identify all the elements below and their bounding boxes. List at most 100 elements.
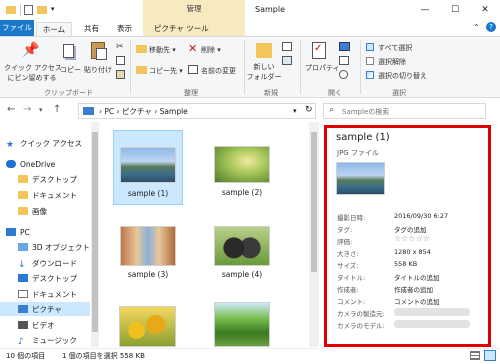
nav-item-music[interactable]: ♪ ミュージック [18,334,77,347]
nav-item-onedrive-pictures[interactable]: 画像 [18,205,47,218]
tab-file[interactable]: ファイル [0,20,34,36]
delete-button[interactable]: 削除 ▾ [201,45,221,55]
nav-item-downloads[interactable]: ↓ ダウンロード [18,257,77,270]
status-selection: 1 個の項目を選択 558 KB [62,352,145,360]
organize-group-label: 整理 [184,89,198,97]
file-thumbnail [214,226,270,266]
properties-icon[interactable] [24,5,33,15]
properties-button[interactable]: プロパティ [305,63,340,73]
tab-home[interactable]: ホーム [36,22,72,36]
nav-item-pictures[interactable]: ピクチャ [18,303,62,316]
new-item-icon[interactable] [282,42,292,51]
pin-label-line1: クイック アクセス [4,64,62,72]
copy-path-icon[interactable] [116,56,125,65]
file-tile-selected[interactable]: sample (1) [113,130,183,205]
details-file-type: JPG ファイル [337,149,379,157]
folder-icon [18,175,28,183]
help-icon[interactable]: ? [486,22,496,32]
chevron-down-icon[interactable]: ▾ [51,5,55,13]
breadcrumb-pictures[interactable]: ピクチャ [122,107,152,116]
search-input[interactable]: ⌕ Sampleの検索 [323,103,486,119]
breadcrumb-sample[interactable]: Sample [160,107,188,116]
details-preview-image [336,162,385,195]
pin-to-quick-access-button[interactable]: クイック アクセス にピン留めする [4,63,62,83]
folder-icon[interactable] [6,6,16,14]
rename-icon [188,65,198,74]
move-to-button[interactable]: 移動先 ▾ [149,45,176,55]
new-folder-icon[interactable] [37,6,47,14]
cut-icon[interactable]: ✂ [116,42,124,52]
nav-scrollbar-thumb[interactable] [92,132,98,332]
window-title: Sample [255,5,285,14]
file-list-scrollbar-thumb[interactable] [311,132,317,272]
breadcrumb-pc[interactable]: PC [104,107,114,116]
nav-item-videos[interactable]: ビデオ [18,319,55,332]
separator-line [360,40,361,94]
details-title: sample (1) [336,132,390,143]
paste-button[interactable]: 貼り付け [84,65,112,75]
file-name: sample (2) [221,188,263,197]
select-all-button[interactable]: すべて選択 [378,43,412,53]
invert-selection-button[interactable]: 選択の切り替え [378,71,427,81]
nav-item-onedrive-documents[interactable]: ドキュメント [18,189,77,202]
details-view-icon[interactable] [470,351,480,360]
rename-button[interactable]: 名前の変更 [201,66,236,76]
select-group-label: 選択 [392,89,406,97]
new-folder-button[interactable]: 新しい フォルダー [246,62,282,82]
nav-item-onedrive-desktop[interactable]: デスクトップ [18,173,77,186]
tab-view[interactable]: 表示 [113,22,136,36]
file-tile[interactable]: sample (3) [113,212,183,287]
nav-item-pc[interactable]: PC [6,226,30,239]
pin-icon[interactable]: 📌 [22,42,39,58]
history-icon[interactable] [339,70,348,79]
file-tile[interactable] [207,294,277,347]
maximize-button[interactable]: ☐ [440,0,470,20]
copy-to-button[interactable]: コピー先 ▾ [149,66,183,76]
file-tile[interactable] [113,294,183,347]
edit-icon[interactable] [339,56,349,65]
nav-item-quick-access[interactable]: ★ クイック アクセス [6,137,82,150]
checkmark-icon: ✓ [314,43,323,54]
desktop-icon [18,274,28,282]
chevron-down-icon[interactable]: ▾ [39,106,43,114]
file-tile[interactable]: sample (2) [207,130,277,205]
quick-access-toolbar: ▾ [4,4,64,16]
nav-item-onedrive[interactable]: OneDrive [6,158,55,171]
property-label: 作成者: [337,286,359,294]
paste-shortcut-icon[interactable] [116,70,125,79]
back-arrow-icon[interactable]: ← [7,104,15,115]
separator-line [130,40,131,94]
separator-line [244,40,245,94]
property-label: カメラのモデル: [337,322,385,330]
ribbon-collapse-icon[interactable]: ⌃ [473,23,480,32]
open-image-icon[interactable] [339,42,350,51]
document-icon [18,290,28,298]
tab-picture-tools[interactable]: ピクチャ ツール [150,22,213,36]
file-thumbnail [120,226,176,266]
minimize-button[interactable]: — [410,0,440,20]
nav-item-3d-objects[interactable]: 3D オブジェクト [18,241,90,254]
rating-stars[interactable]: ☆☆☆☆☆ [394,234,430,243]
copy-button[interactable]: コピー [60,65,81,75]
nav-item-desktop[interactable]: デスクトップ [18,272,77,285]
search-icon: ⌕ [329,105,335,115]
title-input[interactable]: タイトルの追加 [394,272,440,282]
large-icons-view-icon[interactable] [484,350,496,361]
tag-input[interactable]: タグの追加 [394,224,427,234]
breadcrumb: › PC › ピクチャ › Sample [99,107,188,116]
nav-item-documents[interactable]: ドキュメント [18,288,77,301]
invert-selection-icon [366,71,374,79]
chevron-down-icon[interactable]: ▾ [293,107,297,115]
up-arrow-icon[interactable]: ↑ [53,104,61,115]
tab-share[interactable]: 共有 [80,22,103,36]
easy-access-icon[interactable] [282,56,292,65]
close-button[interactable]: ✕ [470,0,500,20]
author-input[interactable]: 作成者の追加 [394,284,433,294]
refresh-icon[interactable]: ↻ [305,105,313,115]
comment-input[interactable]: コメントの追加 [394,296,440,306]
forward-arrow-icon[interactable]: → [23,104,31,115]
navigation-pane: ★ クイック アクセス OneDrive デスクトップ ドキュメント 画像 PC … [0,122,100,347]
address-bar[interactable]: › PC › ピクチャ › Sample ▾ ↻ [78,103,316,119]
file-tile[interactable]: sample (4) [207,212,277,287]
select-none-button[interactable]: 選択解除 [378,57,406,67]
